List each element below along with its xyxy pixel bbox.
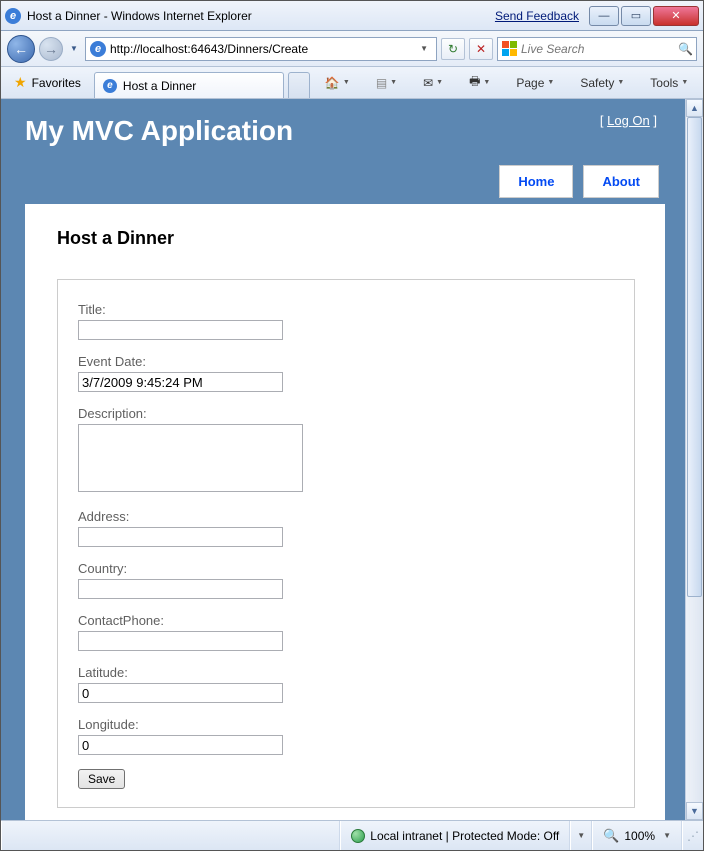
mail-icon: ✉ bbox=[423, 76, 433, 90]
longitude-label: Longitude: bbox=[78, 717, 614, 732]
print-icon: 🖶 bbox=[469, 72, 480, 93]
address-label: Address: bbox=[78, 509, 614, 524]
latitude-input[interactable] bbox=[78, 683, 283, 703]
maximize-button[interactable]: ▭ bbox=[621, 6, 651, 26]
app-title: My MVC Application bbox=[25, 113, 665, 165]
eventdate-label: Event Date: bbox=[78, 354, 614, 369]
home-button[interactable]: 🏠▼ bbox=[318, 71, 357, 95]
rss-icon: ▤ bbox=[376, 76, 387, 90]
eventdate-input[interactable] bbox=[78, 372, 283, 392]
page-heading: Host a Dinner bbox=[57, 228, 635, 249]
zoom-icon: 🔍 bbox=[603, 828, 619, 844]
app-page: [ Log On ] My MVC Application Home About… bbox=[1, 99, 685, 820]
search-input[interactable] bbox=[521, 39, 678, 59]
url-input[interactable] bbox=[110, 39, 416, 59]
tools-menu[interactable]: Tools▼ bbox=[643, 71, 695, 95]
scroll-down-button[interactable]: ▼ bbox=[686, 802, 703, 820]
globe-icon bbox=[351, 829, 365, 843]
browser-tab[interactable]: e Host a Dinner bbox=[94, 72, 284, 98]
recent-pages-dropdown[interactable]: ▼ bbox=[67, 37, 81, 61]
content-viewport: [ Log On ] My MVC Application Home About… bbox=[1, 99, 703, 820]
description-label: Description: bbox=[78, 406, 614, 421]
address-input[interactable] bbox=[78, 527, 283, 547]
minimize-button[interactable]: — bbox=[589, 6, 619, 26]
page-label: Page bbox=[516, 76, 544, 90]
title-label: Title: bbox=[78, 302, 614, 317]
protected-mode-dropdown[interactable]: ▼ bbox=[570, 821, 592, 850]
status-bar: Local intranet | Protected Mode: Off ▼ 🔍… bbox=[1, 820, 703, 850]
zoom-control[interactable]: 🔍 100% ▼ bbox=[592, 821, 682, 850]
print-button[interactable]: 🖶▼ bbox=[462, 71, 497, 95]
search-box[interactable]: 🔍 bbox=[497, 37, 697, 61]
menu-about[interactable]: About bbox=[583, 165, 659, 198]
dinner-form: Title: Event Date: Description: Address: bbox=[57, 279, 635, 808]
page-menu[interactable]: Page▼ bbox=[509, 71, 561, 95]
forward-button[interactable]: → bbox=[39, 37, 63, 61]
command-bar: ★ Favorites e Host a Dinner 🏠▼ ▤▼ ✉▼ 🖶▼ … bbox=[1, 67, 703, 99]
app-header: [ Log On ] My MVC Application Home About bbox=[25, 113, 665, 198]
scroll-thumb[interactable] bbox=[687, 117, 702, 597]
content-panel: Host a Dinner Title: Event Date: Descrip… bbox=[25, 204, 665, 820]
country-label: Country: bbox=[78, 561, 614, 576]
zone-text: Local intranet | Protected Mode: Off bbox=[370, 829, 559, 843]
window-titlebar: e Host a Dinner - Windows Internet Explo… bbox=[1, 1, 703, 31]
star-icon: ★ bbox=[14, 74, 27, 91]
address-bar[interactable]: e ▼ bbox=[85, 37, 437, 61]
home-icon: 🏠 bbox=[325, 76, 340, 90]
country-input[interactable] bbox=[78, 579, 283, 599]
title-input[interactable] bbox=[78, 320, 283, 340]
longitude-input[interactable] bbox=[78, 735, 283, 755]
zoom-level: 100% bbox=[624, 829, 655, 843]
search-button[interactable]: 🔍 bbox=[678, 42, 693, 56]
description-input[interactable] bbox=[78, 424, 303, 492]
tab-title: Host a Dinner bbox=[123, 79, 196, 93]
ie-icon: e bbox=[5, 8, 21, 24]
back-button[interactable]: ← bbox=[7, 35, 35, 63]
window-title: Host a Dinner - Windows Internet Explore… bbox=[27, 9, 495, 23]
security-zone[interactable]: Local intranet | Protected Mode: Off bbox=[340, 821, 570, 850]
address-dropdown[interactable]: ▼ bbox=[416, 44, 432, 53]
feeds-button[interactable]: ▤▼ bbox=[369, 71, 404, 95]
tools-label: Tools bbox=[650, 76, 678, 90]
refresh-button[interactable]: ↻ bbox=[441, 38, 465, 60]
logon-link[interactable]: Log On bbox=[607, 113, 650, 128]
tab-icon: e bbox=[103, 79, 117, 93]
stop-button[interactable]: ✕ bbox=[469, 38, 493, 60]
contactphone-input[interactable] bbox=[78, 631, 283, 651]
read-mail-button[interactable]: ✉▼ bbox=[416, 71, 450, 95]
new-tab-button[interactable] bbox=[288, 72, 310, 98]
close-button[interactable]: ✕ bbox=[653, 6, 699, 26]
contactphone-label: ContactPhone: bbox=[78, 613, 614, 628]
status-message bbox=[1, 821, 340, 850]
favorites-button[interactable]: ★ Favorites bbox=[5, 71, 90, 95]
scroll-track[interactable] bbox=[686, 117, 703, 802]
live-search-icon bbox=[502, 41, 517, 57]
safety-menu[interactable]: Safety▼ bbox=[573, 71, 631, 95]
latitude-label: Latitude: bbox=[78, 665, 614, 680]
page-content: [ Log On ] My MVC Application Home About… bbox=[1, 99, 685, 820]
navigation-bar: ← → ▼ e ▼ ↻ ✕ 🔍 bbox=[1, 31, 703, 67]
resize-grip[interactable]: ⋰ bbox=[682, 821, 703, 850]
main-menu: Home About bbox=[25, 165, 665, 198]
save-button[interactable]: Save bbox=[78, 769, 125, 789]
vertical-scrollbar[interactable]: ▲ ▼ bbox=[685, 99, 703, 820]
menu-home[interactable]: Home bbox=[499, 165, 573, 198]
send-feedback-link[interactable]: Send Feedback bbox=[495, 9, 579, 23]
page-icon: e bbox=[90, 41, 106, 57]
favorites-label: Favorites bbox=[32, 76, 81, 90]
safety-label: Safety bbox=[580, 76, 614, 90]
window-buttons: — ▭ ✕ bbox=[587, 6, 699, 26]
login-section: [ Log On ] bbox=[600, 113, 657, 128]
scroll-up-button[interactable]: ▲ bbox=[686, 99, 703, 117]
